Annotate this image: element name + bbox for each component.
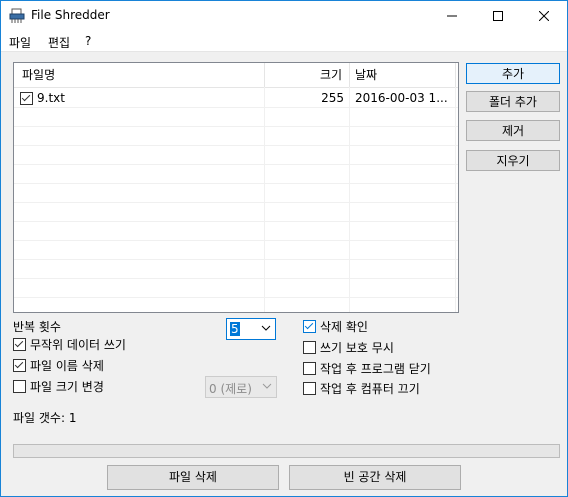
file-name: 9.txt [37, 91, 65, 105]
file-size-select[interactable]: 0 (제로) [205, 376, 277, 398]
add-folder-button[interactable]: 폴더 추가 [466, 91, 560, 112]
file-size: 255 [321, 91, 344, 105]
minimize-icon [447, 15, 457, 17]
empty-row [14, 241, 458, 260]
remove-button[interactable]: 제거 [466, 120, 560, 141]
repeat-count-value: 5 [230, 322, 240, 336]
column-divider[interactable] [264, 63, 265, 87]
empty-row [14, 127, 458, 146]
delete-filename-option[interactable]: 파일 이름 삭제 [13, 357, 104, 374]
column-divider[interactable] [455, 63, 456, 87]
progress-bar [13, 444, 560, 458]
shredder-app-icon [9, 8, 25, 23]
main-window: File Shredder 파일 편집 ? 파일명 크기 날짜 9.txt 25… [0, 0, 568, 497]
shutdown-after-checkbox[interactable] [303, 382, 316, 395]
shutdown-after-label: 작업 후 컴퓨터 끄기 [320, 382, 420, 396]
file-list[interactable]: 파일명 크기 날짜 9.txt 255 2016-00-03 1... [13, 62, 459, 313]
menu-bar: 파일 편집 ? [1, 31, 567, 52]
empty-row [14, 203, 458, 222]
random-data-label: 무작위 데이터 쓰기 [30, 338, 126, 352]
column-header-date[interactable]: 날짜 [355, 63, 377, 87]
add-button[interactable]: 추가 [466, 63, 560, 84]
window-title: File Shredder [31, 8, 110, 22]
file-checkbox[interactable] [20, 89, 33, 107]
chevron-down-icon [262, 383, 272, 389]
change-size-checkbox[interactable] [13, 380, 26, 393]
close-after-checkbox[interactable] [303, 362, 316, 375]
menu-edit[interactable]: 편집 [48, 34, 70, 51]
change-size-option[interactable]: 파일 크기 변경 [13, 378, 104, 395]
list-header: 파일명 크기 날짜 [14, 63, 458, 88]
empty-row [14, 165, 458, 184]
delete-files-button[interactable]: 파일 삭제 [107, 465, 279, 490]
empty-row [14, 260, 458, 279]
shutdown-after-option[interactable]: 작업 후 컴퓨터 끄기 [303, 380, 420, 397]
close-icon [539, 11, 549, 21]
column-header-name[interactable]: 파일명 [22, 63, 55, 87]
empty-row [14, 108, 458, 127]
clear-button[interactable]: 지우기 [466, 150, 560, 171]
column-header-size[interactable]: 크기 [320, 63, 342, 87]
confirm-delete-option[interactable]: 삭제 확인 [303, 318, 368, 335]
confirm-delete-checkbox[interactable] [303, 320, 316, 333]
file-date: 2016-00-03 1... [355, 91, 448, 105]
ignore-write-protect-option[interactable]: 쓰기 보호 무시 [303, 339, 394, 356]
delete-filename-label: 파일 이름 삭제 [30, 359, 104, 373]
minimize-button[interactable] [429, 1, 475, 31]
repeat-count-select[interactable]: 5 [226, 318, 276, 340]
empty-row [14, 222, 458, 241]
wipe-free-space-button[interactable]: 빈 공간 삭제 [289, 465, 461, 490]
random-data-checkbox[interactable] [13, 338, 26, 351]
checkbox-box [20, 92, 33, 105]
empty-row [14, 184, 458, 203]
menu-file[interactable]: 파일 [9, 34, 31, 51]
title-bar[interactable]: File Shredder [1, 1, 567, 31]
table-row[interactable]: 9.txt 255 2016-00-03 1... [14, 89, 458, 108]
ignore-write-protect-checkbox[interactable] [303, 341, 316, 354]
ignore-write-protect-label: 쓰기 보호 무시 [320, 341, 394, 355]
close-after-option[interactable]: 작업 후 프로그램 닫기 [303, 360, 431, 377]
delete-filename-checkbox[interactable] [13, 359, 26, 372]
menu-help[interactable]: ? [85, 34, 91, 48]
confirm-delete-label: 삭제 확인 [320, 320, 368, 334]
empty-row [14, 279, 458, 298]
change-size-label: 파일 크기 변경 [30, 380, 104, 394]
chevron-down-icon [261, 325, 271, 331]
repeat-count-label: 반복 횟수 [13, 320, 61, 334]
close-after-label: 작업 후 프로그램 닫기 [320, 362, 431, 376]
close-button[interactable] [521, 1, 567, 31]
column-divider[interactable] [349, 63, 350, 87]
empty-row [14, 146, 458, 165]
file-count-status: 파일 갯수: 1 [13, 411, 77, 425]
random-data-option[interactable]: 무작위 데이터 쓰기 [13, 336, 126, 353]
file-size-value: 0 (제로) [209, 382, 252, 396]
maximize-button[interactable] [475, 1, 521, 31]
maximize-icon [493, 11, 503, 21]
